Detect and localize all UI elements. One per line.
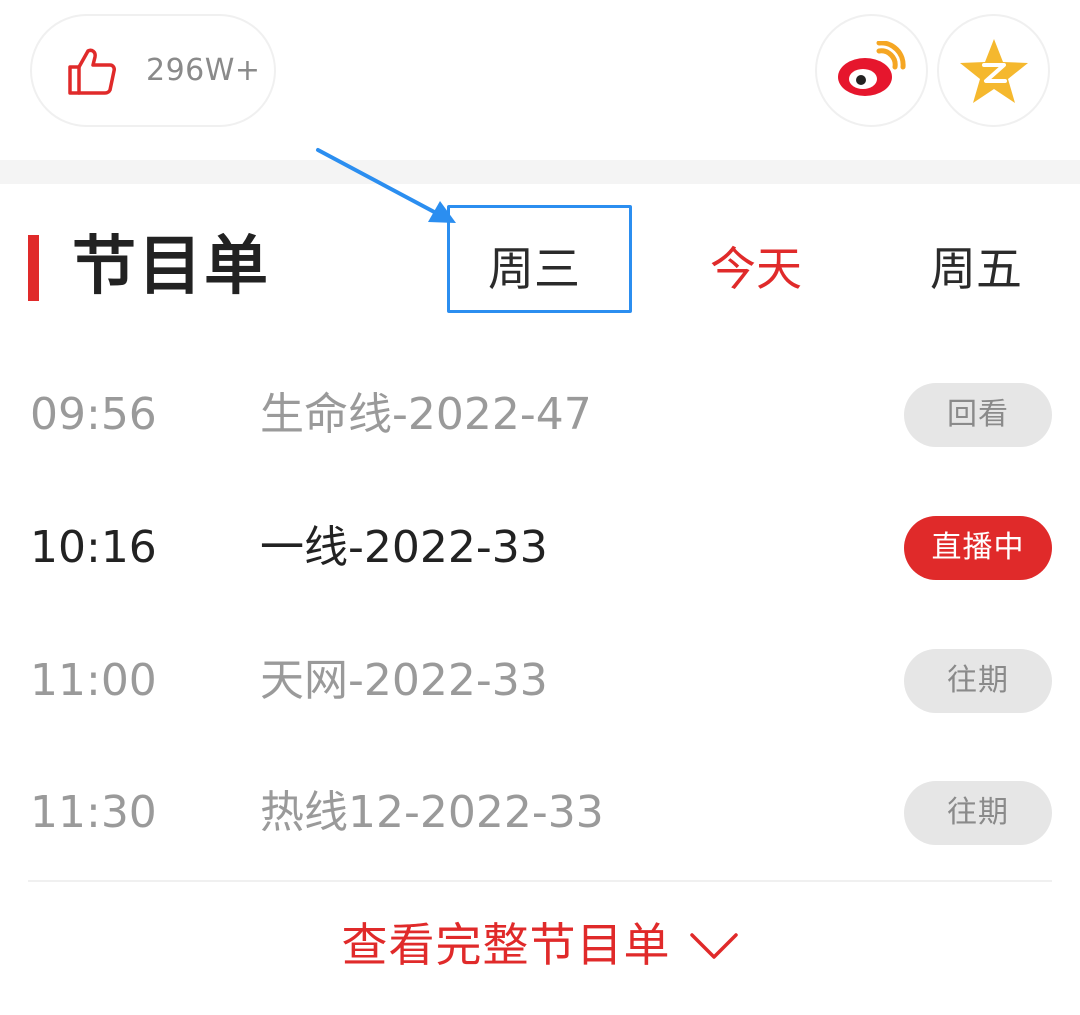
- thumbs-up-icon: [68, 48, 116, 95]
- section-separator: [0, 160, 1080, 184]
- tab-today[interactable]: 今天: [710, 224, 802, 314]
- title-accent-bar: [28, 235, 39, 301]
- program-row[interactable]: 10:16 一线-2022-33 直播中: [0, 503, 1080, 593]
- view-full-schedule-label: 查看完整节目单: [341, 918, 671, 972]
- chevron-down-icon: [689, 932, 738, 959]
- program-name: 生命线-2022-47: [260, 389, 592, 440]
- program-time: 10:16: [30, 522, 157, 573]
- view-full-schedule-button[interactable]: 查看完整节目单: [0, 900, 1080, 990]
- past-episode-button[interactable]: 往期: [904, 781, 1052, 845]
- qzone-star-icon: [959, 38, 1028, 103]
- program-time: 11:30: [30, 787, 157, 838]
- share-qzone-button[interactable]: [937, 14, 1050, 127]
- program-name: 一线-2022-33: [260, 522, 548, 573]
- program-time: 11:00: [30, 655, 157, 706]
- replay-button[interactable]: 回看: [904, 383, 1052, 447]
- program-row[interactable]: 11:30 热线12-2022-33 往期: [0, 768, 1080, 858]
- program-time: 09:56: [30, 389, 157, 440]
- weibo-icon: [837, 40, 906, 96]
- live-now-button[interactable]: 直播中: [904, 516, 1052, 580]
- share-weibo-button[interactable]: [815, 14, 928, 127]
- program-name: 天网-2022-33: [260, 655, 548, 706]
- tab-wednesday[interactable]: 周三: [488, 224, 580, 314]
- like-button[interactable]: 296W+: [30, 14, 276, 127]
- list-divider: [28, 880, 1052, 882]
- section-title: 节目单: [72, 230, 270, 304]
- program-name: 热线12-2022-33: [260, 787, 604, 838]
- program-row[interactable]: 11:00 天网-2022-33 往期: [0, 636, 1080, 726]
- like-count: 296W+: [146, 53, 261, 88]
- past-episode-button[interactable]: 往期: [904, 649, 1052, 713]
- program-row[interactable]: 09:56 生命线-2022-47 回看: [0, 370, 1080, 460]
- tab-friday[interactable]: 周五: [930, 224, 1022, 314]
